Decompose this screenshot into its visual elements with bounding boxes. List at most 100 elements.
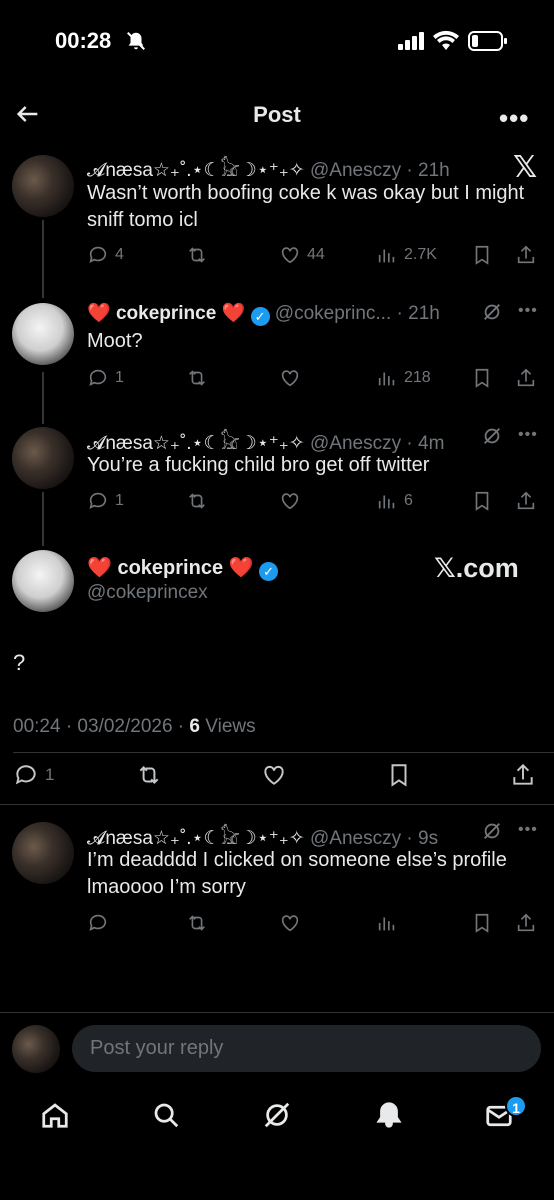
reply-input[interactable]: Post your reply — [72, 1025, 541, 1072]
share-button[interactable] — [515, 244, 537, 266]
thread-line — [42, 372, 44, 424]
views-button[interactable]: 2.7K — [376, 244, 437, 266]
repost-button[interactable] — [186, 367, 208, 389]
share-button[interactable] — [510, 762, 536, 788]
repost-button[interactable] — [136, 762, 162, 788]
grok-icon[interactable] — [481, 820, 503, 847]
bell-icon — [376, 1102, 402, 1128]
more-icon[interactable]: ••• — [518, 821, 538, 839]
heart-emoji-icon: ❤️ — [221, 303, 246, 324]
composer-avatar — [12, 1025, 60, 1073]
share-icon — [517, 913, 535, 932]
post-timestamp: 00:24 · 03/02/2026 · — [13, 716, 185, 737]
avatar[interactable] — [12, 155, 74, 217]
nav-home[interactable] — [40, 1100, 70, 1135]
reply-count: 1 — [45, 765, 55, 784]
grok-icon[interactable] — [481, 301, 503, 328]
bell-off-icon — [125, 30, 147, 57]
repost-icon — [189, 493, 205, 509]
handle[interactable]: @Anesczy — [310, 433, 401, 454]
view-count: 2.7K — [404, 246, 437, 263]
share-icon — [517, 368, 535, 387]
bookmark-button[interactable] — [471, 244, 493, 266]
repost-button[interactable] — [186, 912, 208, 934]
home-icon — [42, 1103, 68, 1128]
display-name[interactable]: cokeprince — [117, 557, 223, 579]
reply-button[interactable]: 4 — [87, 244, 124, 266]
repost-button[interactable] — [186, 490, 208, 512]
tweet-text: Wasn’t worth boofing coke k was okay but… — [87, 182, 525, 231]
tweet-header: 𝓐næsa☆₊˚.⋆☾𓃠☽⋆⁺₊✧ @Anesczy · 21h — [87, 160, 450, 181]
views-label: Views — [205, 716, 256, 737]
nav-grok[interactable] — [262, 1100, 292, 1135]
bookmark-button[interactable] — [386, 762, 412, 788]
search-icon — [154, 1103, 179, 1128]
bookmark-icon — [475, 913, 489, 933]
thread-line — [42, 220, 44, 298]
analytics-icon — [378, 372, 395, 386]
grok-icon — [264, 1102, 290, 1128]
repost-icon — [189, 915, 205, 931]
handle[interactable]: @Anesczy — [310, 160, 401, 181]
analytics-icon — [378, 917, 395, 931]
share-icon — [517, 245, 535, 264]
avatar[interactable] — [12, 303, 74, 365]
share-button[interactable] — [515, 367, 537, 389]
share-button[interactable] — [515, 490, 537, 512]
reply-button[interactable]: 1 — [87, 367, 124, 389]
analytics-icon — [378, 495, 395, 509]
like-button[interactable] — [279, 490, 301, 512]
verified-badge-icon: ✓ — [259, 562, 279, 581]
views-count: 6 — [189, 716, 200, 737]
divider — [13, 752, 554, 753]
like-button[interactable] — [279, 912, 301, 934]
view-count: 6 — [404, 492, 413, 509]
comment-icon — [89, 492, 107, 509]
more-icon[interactable]: ••• — [518, 302, 538, 320]
display-name[interactable]: cokeprince — [116, 303, 216, 324]
tweet-header: ❤️ cokeprince ❤️ ✓ @cokeprinc... · 21h — [87, 303, 440, 326]
avatar[interactable] — [12, 427, 74, 489]
reply-button[interactable]: 1 — [87, 490, 124, 512]
like-button[interactable]: 44 — [279, 244, 325, 266]
views-button[interactable] — [376, 912, 398, 934]
share-button[interactable] — [515, 912, 537, 934]
heart-emoji-icon: ❤️ — [87, 557, 112, 579]
reply-button[interactable] — [87, 912, 109, 934]
like-button[interactable] — [279, 367, 301, 389]
verified-badge-icon: ✓ — [250, 307, 270, 326]
like-button[interactable] — [261, 762, 287, 788]
display-name[interactable]: 𝓐næsa☆₊˚.⋆☾𓃠☽⋆⁺₊✧ — [87, 160, 305, 181]
handle[interactable]: @Anesczy — [310, 828, 401, 849]
bookmark-button[interactable] — [471, 912, 493, 934]
nav-search[interactable] — [151, 1100, 181, 1135]
bookmark-button[interactable] — [471, 490, 493, 512]
grok-icon[interactable] — [481, 425, 503, 452]
avatar[interactable] — [12, 550, 74, 612]
reply-button[interactable]: 1 — [13, 762, 54, 788]
reply-count: 1 — [115, 492, 124, 509]
repost-icon — [189, 247, 205, 263]
page-title: Post — [253, 102, 301, 127]
more-icon[interactable]: ••• — [518, 426, 538, 444]
display-name[interactable]: 𝓐næsa☆₊˚.⋆☾𓃠☽⋆⁺₊✧ — [87, 433, 305, 454]
share-icon — [513, 763, 533, 785]
handle[interactable]: @cokeprinc... — [275, 303, 391, 324]
display-name[interactable]: 𝓐næsa☆₊˚.⋆☾𓃠☽⋆⁺₊✧ — [87, 828, 305, 849]
analytics-icon — [378, 249, 395, 263]
bookmark-icon — [475, 245, 489, 265]
heart-icon — [281, 915, 299, 932]
nav-notifications[interactable] — [374, 1100, 404, 1135]
more-options-button[interactable]: ••• — [499, 103, 529, 134]
handle[interactable]: @cokeprincex — [87, 582, 208, 604]
bookmark-button[interactable] — [471, 367, 493, 389]
battery-icon — [468, 31, 508, 56]
more-horizontal-icon: ••• — [499, 103, 530, 133]
wifi-icon — [433, 30, 459, 55]
bookmark-icon — [475, 491, 489, 511]
repost-button[interactable] — [186, 244, 208, 266]
views-button[interactable]: 218 — [376, 367, 431, 389]
x-com-watermark: 𝕏.com — [434, 553, 519, 583]
avatar[interactable] — [12, 822, 74, 884]
views-button[interactable]: 6 — [376, 490, 413, 512]
